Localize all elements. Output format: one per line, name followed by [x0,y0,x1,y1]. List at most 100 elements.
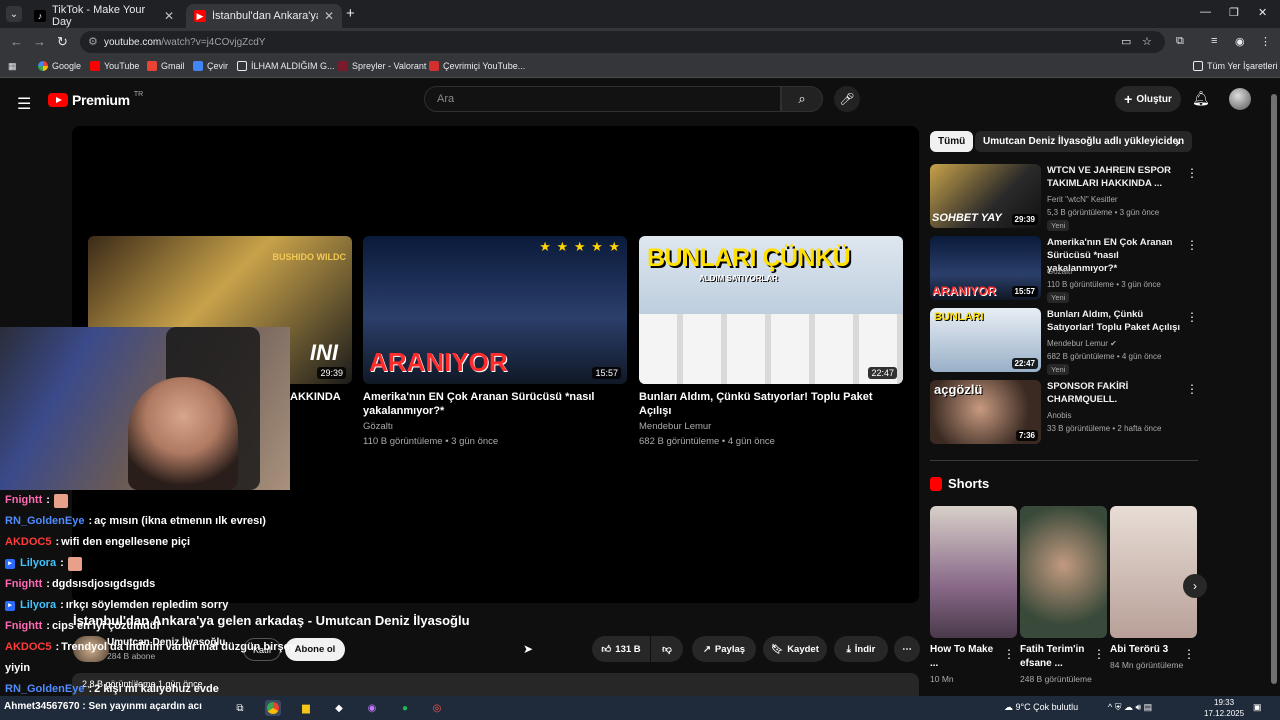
discord-icon[interactable]: ◉ [364,700,380,716]
weather-text: 9°C Çok bulutlu [1015,702,1079,712]
browser-menu-icon[interactable]: ⋮ [1260,35,1271,48]
youtube-premium-logo[interactable]: Premium TR [48,90,144,108]
site-info-icon[interactable]: ⚙ [88,35,98,48]
task-view-icon[interactable]: ⧉ [232,700,248,716]
shorts-next-icon[interactable]: › [1183,574,1207,598]
dislike-button[interactable]: 👎︎ [651,636,683,662]
more-options-icon[interactable]: ⋮ [1003,647,1015,661]
forward-icon[interactable]: → [33,34,46,49]
download-button[interactable]: ⤓ İndir [834,636,888,662]
chat-user: Fnightt [5,620,43,632]
notifications-bell-icon[interactable]: 🔔︎ [1192,90,1210,107]
spotify-icon[interactable]: ● [397,700,413,716]
weather-widget[interactable]: ☁ 9°C Çok bulutlu [1004,702,1078,713]
search-input[interactable]: Ara [424,86,781,112]
duration-badge: 22:47 [868,367,897,379]
like-button[interactable]: 👍︎ 131 B [592,636,650,662]
end-card[interactable]: ★ ★ ★ ★ ★ ARANIYOR 15:57 Amerika'nın EN … [363,236,627,448]
reading-list-icon[interactable]: ≡ [1211,35,1217,47]
chrome-icon[interactable] [265,700,281,716]
chip-from-uploader[interactable]: Umutcan Deniz İlyasoğlu adlı yükleyicide… [975,131,1193,152]
new-tab-button[interactable]: + [346,5,355,22]
download-icon: ⤓ [846,643,851,655]
more-options-icon[interactable]: ⋮ [1186,310,1198,324]
more-actions-icon[interactable]: ⋯ [894,636,920,662]
share-button[interactable]: ↗ Paylaş [692,636,756,662]
short-item[interactable]: Fatih Terim'in efsane ... 248 B görüntül… [1020,506,1107,685]
thumb-text: ALDIM SATIYORLAR [699,274,778,283]
obs-icon[interactable]: ◎ [429,700,445,716]
recommended-thumbnail: SOHBET YAY 29:39 [930,164,1041,228]
logo-region: TR [133,90,144,98]
account-avatar[interactable] [1229,88,1251,110]
recommended-video[interactable]: açgözlü 7:36 SPONSOR FAKİRİ CHARMQUELL. A… [930,380,1200,446]
bookmark-online-youtube[interactable]: Çevrimiçi YouTube... [429,61,525,71]
url-input[interactable]: youtube.com/watch?v=j4COvjgZcdY [80,31,1165,53]
restore-icon[interactable]: ❐ [1229,6,1239,19]
sub-badge-icon: ▸ [5,600,15,611]
windows-taskbar: Ahmet34567670 : Sen yayınmı açardın acı … [0,696,1280,720]
search-icon[interactable]: ⌕ [781,86,823,112]
recommended-video[interactable]: BUNLARI 22:47 Bunları Aldım, Çünkü Satıyo… [930,308,1200,375]
chip-all[interactable]: Tümü [930,131,974,152]
tab-search-icon[interactable]: ⌄ [6,6,22,22]
recommended-channel: Anobis [1047,411,1072,420]
close-tab-icon[interactable]: ✕ [324,9,334,23]
tab-youtube-video[interactable]: ▶ İstanbul'dan Ankara'ya gelen ar ✕ [186,4,342,28]
file-explorer-icon[interactable]: ▆ [298,700,314,716]
chevron-right-icon[interactable]: › [1175,134,1180,150]
bookmark-star-icon[interactable]: ☆ [1142,35,1152,48]
bookmark-icon: 🔖︎ [771,643,784,655]
valorant-icon [338,61,348,71]
short-item[interactable]: How To Make ... 10 Mn ⋮ [930,506,1017,685]
chat-message: Fnightt: [0,490,290,511]
reload-icon[interactable]: ↻ [57,34,68,50]
end-card[interactable]: BUNLARI ÇÜNKÜ ALDIM SATIYORLAR 22:47 Bun… [639,236,903,448]
notification-icon[interactable]: ▣ [1253,702,1262,713]
apps-icon[interactable]: ▦ [8,61,17,72]
youtube-play-icon [48,93,68,107]
microphone-icon[interactable]: 🎤︎ [834,86,860,112]
browser-tab-bar: ⌄ ♪ TikTok - Make Your Day ✕ ▶ İstanbul'… [0,0,1280,28]
more-options-icon[interactable]: ⋮ [1183,647,1195,661]
more-options-icon[interactable]: ⋮ [1186,382,1198,396]
save-button[interactable]: 🔖︎ Kaydet [763,636,827,662]
chat-sep: : [46,620,50,632]
scrollbar-thumb[interactable] [1271,94,1277,684]
duration-badge: 7:36 [1015,430,1038,441]
recommended-video[interactable]: ARANIYOR 15:57 Amerika'nın EN Çok Aranan … [930,236,1200,303]
chat-message: Fnightt: cips en iyi çözümdür [0,616,290,637]
profile-icon[interactable]: ◉ [1235,35,1245,48]
extensions-icon[interactable]: ⧉ [1176,35,1184,48]
short-thumbnail [1110,506,1197,638]
bookmark-folder-ilham[interactable]: İLHAM ALDIĞIM G... [237,61,335,71]
thumb-text: INI [309,340,338,365]
create-button[interactable]: + Oluştur [1115,86,1181,112]
recommended-video[interactable]: SOHBET YAY 29:39 WTCN VE JAHREIN ESPOR TA… [930,164,1200,231]
chat-text: yiyin [5,662,31,674]
all-bookmarks[interactable]: Tüm Yer İşaretleri [1193,61,1278,71]
star-rating: ★ ★ ★ ★ ★ [539,239,621,254]
more-options-icon[interactable]: ⋮ [1186,238,1198,252]
close-window-icon[interactable]: ✕ [1258,6,1267,19]
clock[interactable]: 19:33 17.12.2025 [1204,697,1244,719]
bookmark-google[interactable]: Google [38,61,81,71]
recommended-meta: 5,3 B görüntüleme • 3 gün önce [1047,208,1160,217]
page-scrollbar[interactable] [1271,90,1277,690]
app-icon[interactable]: ◆ [331,700,347,716]
bookmark-gmail[interactable]: Gmail [147,61,185,71]
cast-icon[interactable]: ▭ [1121,35,1131,48]
bookmark-youtube[interactable]: YouTube [90,61,139,71]
close-tab-icon[interactable]: ✕ [164,9,174,23]
minimize-icon[interactable]: — [1200,6,1211,18]
bookmark-valorant[interactable]: Spreyler - Valorant [338,61,426,71]
more-options-icon[interactable]: ⋮ [1093,647,1105,661]
back-icon[interactable]: ← [10,34,23,49]
tiktok-icon: ♪ [34,10,46,22]
menu-icon[interactable]: ☰ [17,94,31,114]
system-tray-icons[interactable]: ^ ⛨ ☁ 🔊︎ ▤ [1108,702,1152,713]
more-options-icon[interactable]: ⋮ [1186,166,1198,180]
bookmark-translate[interactable]: Çevir [193,61,228,71]
tab-tiktok[interactable]: ♪ TikTok - Make Your Day ✕ [26,4,182,28]
recommended-meta: 682 B görüntüleme • 4 gün önce [1047,352,1162,361]
